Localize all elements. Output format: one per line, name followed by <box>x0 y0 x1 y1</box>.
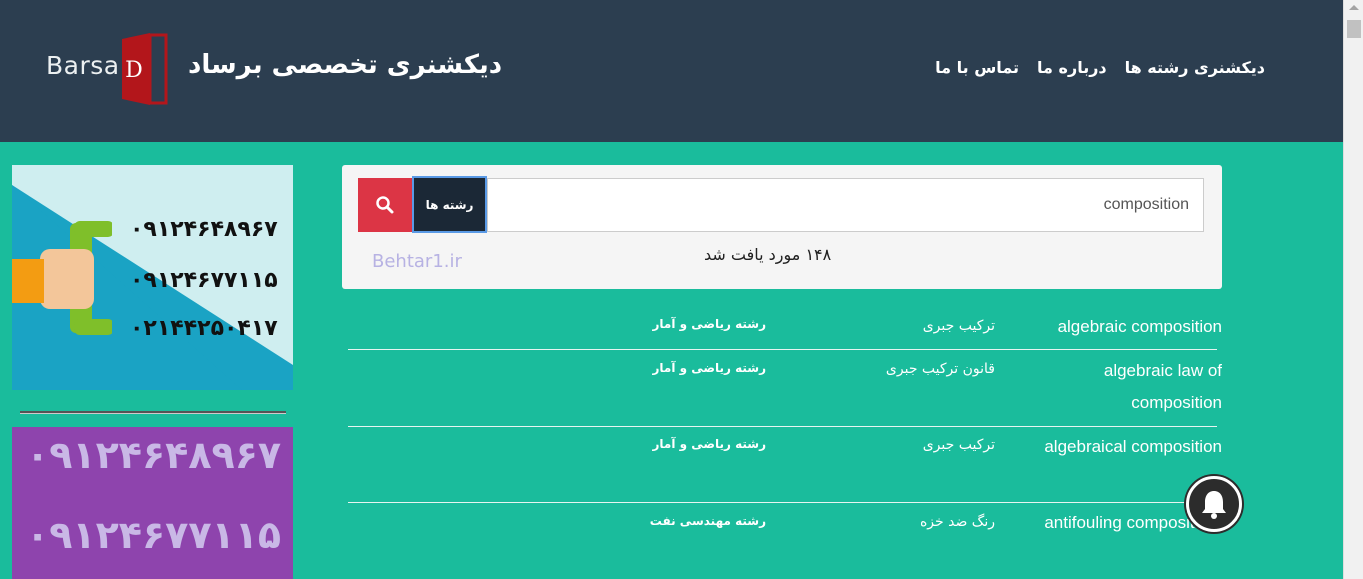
nav-item-about[interactable]: درباره ما <box>1037 58 1107 77</box>
logo-book-icon: D <box>122 33 168 105</box>
result-row[interactable]: algebraic composition ترکیب جبری رشته ری… <box>348 313 1222 350</box>
result-persian-meaning: ترکیب جبری <box>922 437 995 453</box>
main-nav: دیکشنری رشته ها درباره ما تماس با ما <box>935 58 1265 77</box>
logo-text: Barsa <box>46 51 120 80</box>
row-divider <box>348 426 1217 427</box>
ad-phone-number: ۰۹۱۲۴۶۴۸۹۶۷ <box>130 217 278 242</box>
row-divider <box>348 502 1217 503</box>
search-icon <box>376 196 394 214</box>
site-title: دیکشنری تخصصی برساد <box>188 50 503 80</box>
phone-hand-icon <box>12 221 112 335</box>
result-persian-meaning: رنگ ضد خزه <box>919 514 995 530</box>
bell-icon <box>1202 491 1226 519</box>
row-divider <box>348 349 1217 350</box>
nav-item-fields[interactable]: دیکشنری رشته ها <box>1125 58 1265 77</box>
result-row[interactable]: antifouling composition; رنگ ضد خزه رشته… <box>348 509 1222 579</box>
nav-item-contact[interactable]: تماس با ما <box>935 58 1019 77</box>
logo-letter: D <box>125 58 143 83</box>
result-english-term[interactable]: algebraic law of composition <box>1012 355 1222 419</box>
result-row[interactable]: algebraic law of composition قانون ترکیب… <box>348 357 1222 427</box>
site-logo[interactable]: Barsa D <box>46 30 172 108</box>
result-row[interactable]: algebraical composition ترکیب جبری رشته … <box>348 433 1222 503</box>
search-panel: رشته ها ۱۴۸ مورد یافت شد Behtar1.ir <box>342 165 1222 289</box>
ad-banner-phone-purple[interactable]: ۰۹۱۲۴۶۴۸۹۶۷ ۰۹۱۲۴۶۷۷۱۱۵ <box>12 427 293 579</box>
result-field[interactable]: رشته ریاضی و آمار <box>648 437 767 451</box>
notification-bell-button[interactable] <box>1186 476 1242 532</box>
scroll-up-arrow-icon[interactable] <box>1349 5 1359 10</box>
page-scrollbar[interactable] <box>1343 0 1363 579</box>
ad-divider <box>20 411 286 414</box>
scroll-thumb[interactable] <box>1347 20 1361 38</box>
result-english-term[interactable]: algebraical composition <box>1012 431 1222 463</box>
result-persian-meaning: ترکیب جبری <box>922 318 995 334</box>
result-field[interactable]: رشته ریاضی و آمار <box>648 361 767 375</box>
ad-phone-number: ۰۲۱۴۴۲۵۰۴۱۷ <box>130 316 278 341</box>
ad-phone-number: ۰۹۱۲۴۶۴۸۹۶۷ <box>26 433 282 477</box>
ad-banner-phone[interactable]: ۰۹۱۲۴۶۴۸۹۶۷ ۰۹۱۲۴۶۷۷۱۱۵ ۰۲۱۴۴۲۵۰۴۱۷ <box>12 165 293 390</box>
result-english-term[interactable]: algebraic composition <box>1012 311 1222 343</box>
ad-phone-number: ۰۹۱۲۴۶۷۷۱۱۵ <box>130 268 278 293</box>
result-persian-meaning: قانون ترکیب جبری <box>885 361 995 377</box>
search-input[interactable] <box>487 178 1204 232</box>
ad-phone-number: ۰۹۱۲۴۶۷۷۱۱۵ <box>26 513 282 557</box>
results-count: ۱۴۸ مورد یافت شد <box>704 245 832 264</box>
watermark: Behtar1.ir <box>372 251 462 272</box>
result-field[interactable]: رشته ریاضی و آمار <box>648 317 767 331</box>
result-field[interactable]: رشته مهندسی نفت <box>648 514 766 528</box>
search-button[interactable] <box>358 178 412 232</box>
site-header: Barsa D دیکشنری تخصصی برساد دیکشنری رشته… <box>0 0 1343 142</box>
category-dropdown-button[interactable]: رشته ها <box>412 176 487 233</box>
